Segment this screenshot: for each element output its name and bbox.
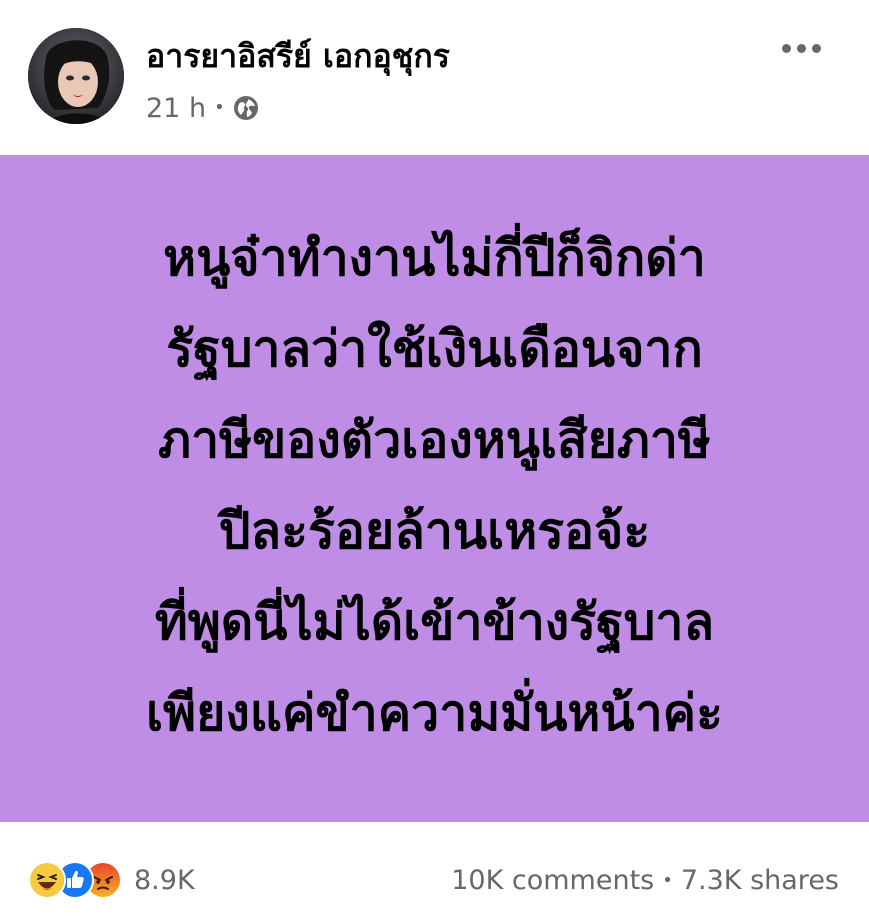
post-text: หนูจ๋าทำงานไม่กี่ปีก็จิกด่า รัฐบาลว่าใช้…: [35, 213, 835, 759]
more-options-icon: [781, 43, 791, 53]
author-avatar[interactable]: [28, 28, 124, 124]
more-options-icon: [796, 43, 806, 53]
reactions-summary[interactable]: 8.9K: [28, 860, 195, 900]
post-footer: 8.9K 10K comments • 7.3K shares: [0, 822, 869, 923]
post-text-line: ภาษีของตัวเองหนูเสียภาษี: [158, 410, 711, 469]
post-text-line: รัฐบาลว่าใช้เงินเดือนจาก: [166, 319, 703, 378]
reaction-count: 8.9K: [134, 864, 195, 896]
post-text-line: ปีละร้อยล้านเหรอจ้ะ: [218, 501, 651, 560]
post-text-line: ที่พูดนี่ไม่ได้เข้าข้างรัฐบาล: [154, 592, 715, 651]
post-text-background[interactable]: หนูจ๋าทำงานไม่กี่ปีก็จิกด่า รัฐบาลว่าใช้…: [0, 155, 869, 822]
post-timestamp-link[interactable]: 21 h: [146, 93, 206, 124]
globe-icon[interactable]: [233, 95, 259, 121]
more-options-button[interactable]: [771, 28, 831, 68]
haha-reaction-icon: [28, 861, 66, 899]
engagement-stats: 10K comments • 7.3K shares: [451, 860, 839, 900]
post-text-line: เพียงแค่ขำความมั่นหน้าค่ะ: [146, 683, 723, 742]
post-header: อารยาอิสรีย์ เอกอุชุกร 21 h •: [0, 0, 869, 155]
comments-count-link[interactable]: 10K comments: [451, 865, 654, 896]
post-meta: 21 h •: [146, 88, 259, 128]
stats-separator: •: [662, 869, 673, 891]
author-name-link[interactable]: อารยาอิสรีย์ เอกอุชุกร: [146, 34, 450, 78]
shares-count-link[interactable]: 7.3K shares: [681, 865, 839, 896]
meta-separator: •: [214, 97, 225, 118]
profile-photo-icon: [28, 28, 124, 124]
post-text-line: หนูจ๋าทำงานไม่กี่ปีก็จิกด่า: [163, 228, 706, 287]
more-options-icon: [811, 43, 821, 53]
